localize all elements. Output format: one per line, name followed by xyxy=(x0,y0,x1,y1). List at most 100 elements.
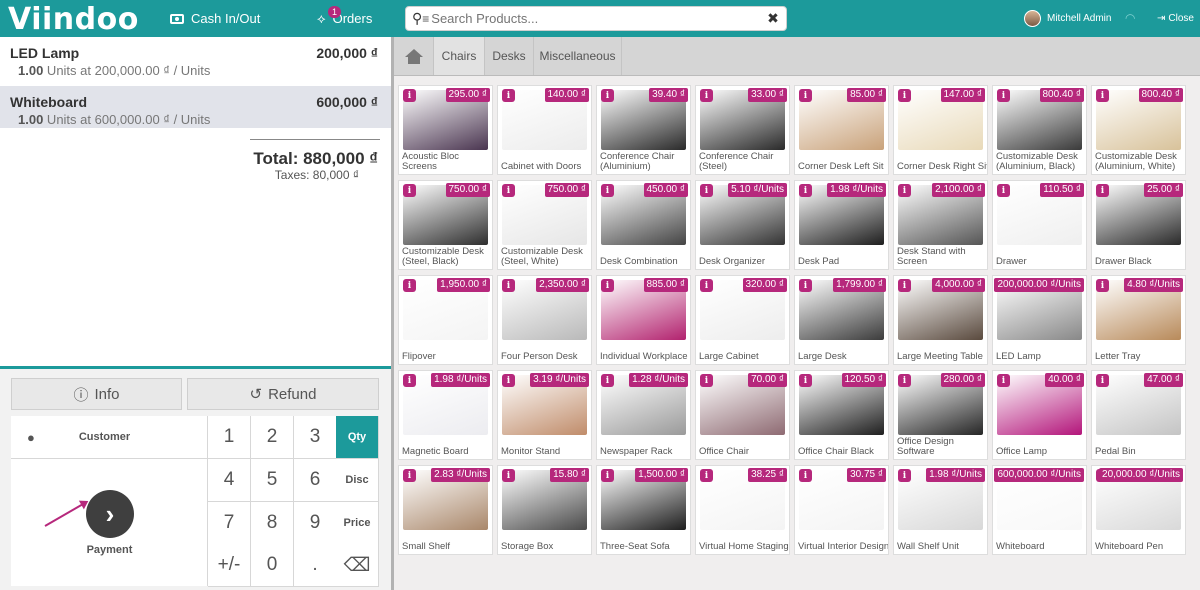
product-tile[interactable]: i 320.00 ₫ Large Cabinet xyxy=(695,275,790,365)
product-tile[interactable]: i 1,799.00 ₫ Large Desk xyxy=(794,275,889,365)
info-icon[interactable]: i xyxy=(898,374,911,387)
numpad-key-7[interactable]: 7 xyxy=(208,502,251,545)
numpad-key-9[interactable]: 9 xyxy=(294,502,337,545)
numpad-key-2[interactable]: 2 xyxy=(251,416,294,459)
product-tile[interactable]: i 140.00 ₫ Cabinet with Doors xyxy=(497,85,592,175)
customer-button[interactable]: ● Customer xyxy=(11,416,208,459)
product-tile[interactable]: i 70.00 ₫ Office Chair xyxy=(695,370,790,460)
mode-price-button[interactable]: Price xyxy=(336,502,379,545)
product-tile[interactable]: i 4.80 ₫/Units Letter Tray xyxy=(1091,275,1186,365)
product-tile[interactable]: i 85.00 ₫ Corner Desk Left Sit xyxy=(794,85,889,175)
numpad-key-4[interactable]: 4 xyxy=(208,459,251,502)
category-chairs[interactable]: Chairs xyxy=(434,37,485,75)
product-tile[interactable]: i 750.00 ₫ Customizable Desk (Steel, White… xyxy=(497,180,592,270)
info-icon[interactable]: i xyxy=(898,469,911,482)
product-tile[interactable]: i 2,350.00 ₫ Four Person Desk xyxy=(497,275,592,365)
info-icon[interactable]: i xyxy=(700,184,713,197)
info-icon[interactable]: i xyxy=(799,184,812,197)
product-tile[interactable]: i 40.00 ₫ Office Lamp xyxy=(992,370,1087,460)
numpad-key-6[interactable]: 6 xyxy=(294,459,337,502)
product-tile[interactable]: i 25.00 ₫ Drawer Black xyxy=(1091,180,1186,270)
info-icon[interactable]: i xyxy=(601,469,614,482)
mode-qty-button[interactable]: Qty xyxy=(336,416,379,459)
product-tile[interactable]: i 1,500.00 ₫ Three-Seat Sofa xyxy=(596,465,691,555)
product-tile[interactable]: i20,000.00 ₫/UnitsWhiteboard Pen xyxy=(1091,465,1186,555)
info-icon[interactable]: i xyxy=(898,279,911,292)
info-icon[interactable]: i xyxy=(700,279,713,292)
info-icon[interactable]: i xyxy=(403,184,416,197)
category-miscellaneous[interactable]: Miscellaneous xyxy=(534,37,622,75)
orders-button[interactable]: ⟡ Orders xyxy=(317,0,372,37)
payment-button[interactable]: › Payment xyxy=(11,459,208,586)
backspace-icon[interactable]: ⌫ xyxy=(336,544,379,587)
product-tile[interactable]: i 110.50 ₫ Drawer xyxy=(992,180,1087,270)
product-tile[interactable]: i 147.00 ₫ Corner Desk Right Sit xyxy=(893,85,988,175)
info-icon[interactable]: i xyxy=(700,469,713,482)
product-tile[interactable]: i 2.83 ₫/Units Small Shelf xyxy=(398,465,493,555)
info-icon[interactable]: i xyxy=(502,469,515,482)
info-icon[interactable]: i xyxy=(403,279,416,292)
info-icon[interactable]: i xyxy=(997,374,1010,387)
product-tile[interactable]: i 1,950.00 ₫ Flipover xyxy=(398,275,493,365)
info-icon[interactable]: i xyxy=(1096,374,1109,387)
product-tile[interactable]: i600,000.00 ₫/UnitsWhiteboard xyxy=(992,465,1087,555)
product-tile[interactable]: i 1.98 ₫/Units Wall Shelf Unit xyxy=(893,465,988,555)
numpad-key-1[interactable]: 1 xyxy=(208,416,251,459)
numpad-key-0[interactable]: 0 xyxy=(251,544,294,587)
product-tile[interactable]: i200,000.00 ₫/UnitsLED Lamp xyxy=(992,275,1087,365)
product-tile[interactable]: i 2,100.00 ₫ Desk Stand with Screen xyxy=(893,180,988,270)
product-tile[interactable]: i 3.19 ₫/Units Monitor Stand xyxy=(497,370,592,460)
info-icon[interactable]: i xyxy=(997,184,1010,197)
numpad-key-8[interactable]: 8 xyxy=(251,502,294,545)
info-icon[interactable]: i xyxy=(502,89,515,102)
numpad-key-plus-minus[interactable]: +/- xyxy=(208,544,251,587)
numpad-key-3[interactable]: 3 xyxy=(294,416,337,459)
info-icon[interactable]: i xyxy=(1096,279,1109,292)
info-icon[interactable]: i xyxy=(502,374,515,387)
info-icon[interactable]: i xyxy=(700,374,713,387)
info-icon[interactable]: i xyxy=(403,374,416,387)
product-tile[interactable]: i 4,000.00 ₫ Large Meeting Table xyxy=(893,275,988,365)
product-tile[interactable]: i 39.40 ₫ Conference Chair (Aluminium) xyxy=(596,85,691,175)
info-icon[interactable]: i xyxy=(997,89,1010,102)
cash-in-out-button[interactable]: Cash In/Out xyxy=(170,0,260,37)
info-icon[interactable]: i xyxy=(898,184,911,197)
info-icon[interactable]: i xyxy=(799,89,812,102)
product-tile[interactable]: i 450.00 ₫ Desk Combination xyxy=(596,180,691,270)
product-tile[interactable]: i 800.40 ₫ Customizable Desk (Aluminium, W… xyxy=(1091,85,1186,175)
mode-disc-button[interactable]: Disc xyxy=(336,459,379,502)
orderline[interactable]: LED Lamp 200,000 ₫ 1.00 Units at 200,000… xyxy=(0,37,391,79)
info-icon[interactable]: i xyxy=(601,89,614,102)
numpad-key-5[interactable]: 5 xyxy=(251,459,294,502)
info-icon[interactable]: i xyxy=(799,469,812,482)
info-button[interactable]: ⓘ Info xyxy=(11,378,182,410)
info-icon[interactable]: i xyxy=(799,374,812,387)
product-tile[interactable]: i 30.75 ₫ Virtual Interior Design xyxy=(794,465,889,555)
info-icon[interactable]: i xyxy=(601,374,614,387)
product-tile[interactable]: i 280.00 ₫ Office Design Software xyxy=(893,370,988,460)
product-tile[interactable]: i 15.80 ₫ Storage Box xyxy=(497,465,592,555)
info-icon[interactable]: i xyxy=(1096,184,1109,197)
product-tile[interactable]: i 33.00 ₫ Conference Chair (Steel) xyxy=(695,85,790,175)
product-search-input[interactable] xyxy=(431,11,760,26)
category-desks[interactable]: Desks xyxy=(485,37,534,75)
info-icon[interactable]: i xyxy=(700,89,713,102)
product-tile[interactable]: i 5.10 ₫/Units Desk Organizer xyxy=(695,180,790,270)
product-tile[interactable]: i 47.00 ₫ Pedal Bin xyxy=(1091,370,1186,460)
info-icon[interactable]: i xyxy=(502,279,515,292)
info-icon[interactable]: i xyxy=(601,184,614,197)
info-icon[interactable]: i xyxy=(403,89,416,102)
product-tile[interactable]: i 295.00 ₫ Acoustic Bloc Screens xyxy=(398,85,493,175)
clear-search-icon[interactable]: ✖ xyxy=(760,10,786,27)
info-icon[interactable]: i xyxy=(601,279,614,292)
product-tile[interactable]: i 750.00 ₫ Customizable Desk (Steel, Black… xyxy=(398,180,493,270)
product-tile[interactable]: i 800.40 ₫ Customizable Desk (Aluminium, B… xyxy=(992,85,1087,175)
product-tile[interactable]: i 120.50 ₫ Office Chair Black xyxy=(794,370,889,460)
product-tile[interactable]: i 1.28 ₫/Units Newspaper Rack xyxy=(596,370,691,460)
refund-button[interactable]: ↺ Refund xyxy=(187,378,379,410)
orderline-selected[interactable]: Whiteboard 600,000 ₫ 1.00 Units at 600,0… xyxy=(0,86,391,128)
numpad-key-dot[interactable]: . xyxy=(294,544,337,587)
info-icon[interactable]: i xyxy=(502,184,515,197)
info-icon[interactable]: i xyxy=(898,89,911,102)
info-icon[interactable]: i xyxy=(1096,89,1109,102)
